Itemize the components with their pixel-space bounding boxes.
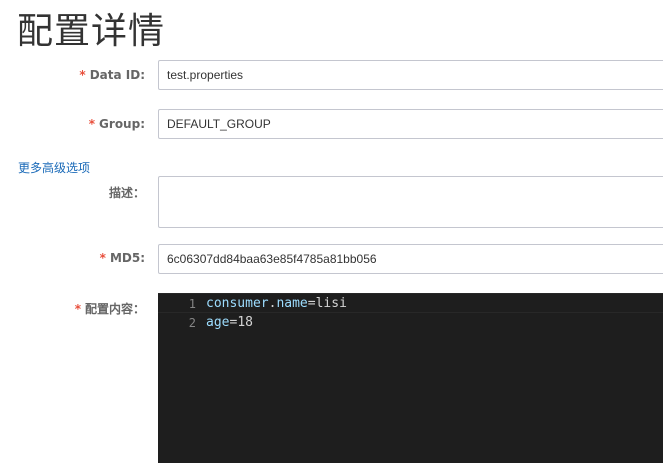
- page-title: 配置详情: [17, 11, 166, 52]
- description-label: 描述：: [109, 184, 145, 201]
- advanced-options-link[interactable]: 更多高级选项: [18, 159, 90, 176]
- group-value: DEFAULT_GROUP: [167, 117, 271, 131]
- code-editor[interactable]: 1 consumer.name=lisi 2 age=18: [158, 293, 663, 463]
- group-label-text: Group:: [99, 117, 145, 131]
- editor-line[interactable]: 2 age=18: [158, 313, 663, 333]
- token-key: age: [206, 315, 230, 330]
- group-label: * Group:: [89, 117, 145, 131]
- line-code: consumer.name=lisi: [206, 294, 347, 314]
- token-equals: =: [307, 296, 316, 311]
- required-mark: *: [88, 117, 96, 131]
- md5-value: 6c06307dd84baa63e85f4785a81bb056: [167, 252, 377, 266]
- data-id-label: * Data ID:: [79, 68, 145, 82]
- data-id-label-text: Data ID:: [89, 68, 145, 82]
- content-label: * 配置内容：: [75, 300, 145, 317]
- md5-label: * MD5:: [100, 251, 145, 265]
- description-label-text: 描述：: [108, 186, 145, 200]
- token-key: consumer: [206, 296, 269, 311]
- data-id-value: test.properties: [167, 68, 244, 82]
- content-label-text: 配置内容：: [84, 302, 145, 316]
- required-mark: *: [79, 68, 86, 82]
- data-id-field[interactable]: test.properties: [158, 60, 663, 90]
- group-field[interactable]: DEFAULT_GROUP: [158, 109, 663, 139]
- editor-line[interactable]: 1 consumer.name=lisi: [158, 293, 663, 313]
- description-textarea[interactable]: [158, 176, 663, 228]
- token-value: 18: [237, 315, 253, 330]
- md5-field[interactable]: 6c06307dd84baa63e85f4785a81bb056: [158, 244, 663, 274]
- required-mark: *: [74, 302, 81, 316]
- line-number: 2: [188, 316, 196, 330]
- required-mark: *: [99, 251, 106, 265]
- line-code: age=18: [206, 313, 253, 333]
- md5-label-text: MD5:: [109, 251, 145, 265]
- token-value: lisi: [315, 296, 347, 311]
- line-number: 1: [188, 297, 196, 311]
- token-key: name: [276, 296, 308, 311]
